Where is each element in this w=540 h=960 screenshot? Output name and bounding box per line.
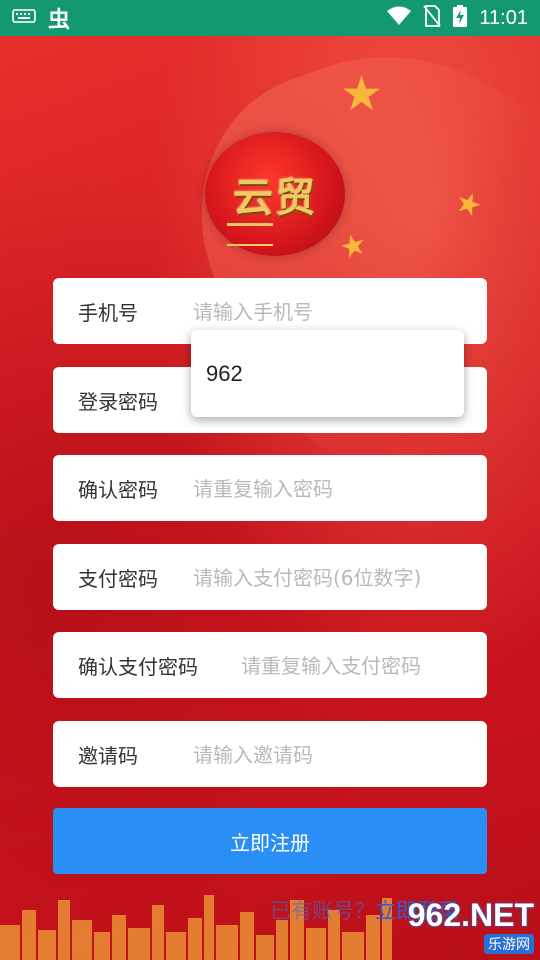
watermark-main: 962.NET: [407, 896, 534, 933]
pay-password-label: 支付密码: [78, 566, 158, 591]
status-bar: 虫 11:01: [0, 0, 540, 36]
invite-code-input[interactable]: [191, 734, 477, 776]
clock: 11:01: [479, 6, 528, 29]
pay-password-input[interactable]: [191, 557, 477, 599]
confirm-password-input[interactable]: [191, 468, 477, 510]
invite-code-label: 邀请码: [78, 743, 138, 768]
confirm-password-field[interactable]: 确认密码: [53, 455, 487, 521]
keyboard-icon: [12, 8, 36, 28]
autocomplete-value: 962: [206, 360, 243, 386]
app-notification-icon: 虫: [48, 8, 71, 33]
app-logo: 云贸: [205, 132, 345, 256]
tiananmen-emblem: [227, 223, 273, 246]
site-watermark: 962.NET 乐游网: [408, 896, 534, 954]
battery-charging-icon: [453, 5, 468, 31]
confirm-pay-password-label: 确认支付密码: [78, 654, 198, 679]
have-account-text: 已有账号？: [270, 899, 375, 923]
confirm-pay-password-input[interactable]: [239, 645, 477, 687]
wifi-icon: [387, 6, 412, 30]
register-button[interactable]: 立即注册: [53, 808, 487, 874]
confirm-password-label: 确认密码: [78, 477, 158, 502]
confirm-pay-password-field[interactable]: 确认支付密码: [53, 632, 487, 698]
watermark-sub: 乐游网: [484, 933, 534, 954]
phone-label: 手机号: [78, 300, 138, 325]
no-sim-icon: [423, 5, 442, 31]
phone-input[interactable]: [191, 291, 477, 333]
invite-code-field[interactable]: 邀请码: [53, 721, 487, 787]
pay-password-field[interactable]: 支付密码: [53, 544, 487, 610]
autocomplete-suggestion[interactable]: 962: [191, 330, 464, 417]
login-password-label: 登录密码: [78, 389, 158, 414]
logo-text: 云贸: [233, 174, 317, 221]
star-icon: ★: [340, 66, 384, 122]
